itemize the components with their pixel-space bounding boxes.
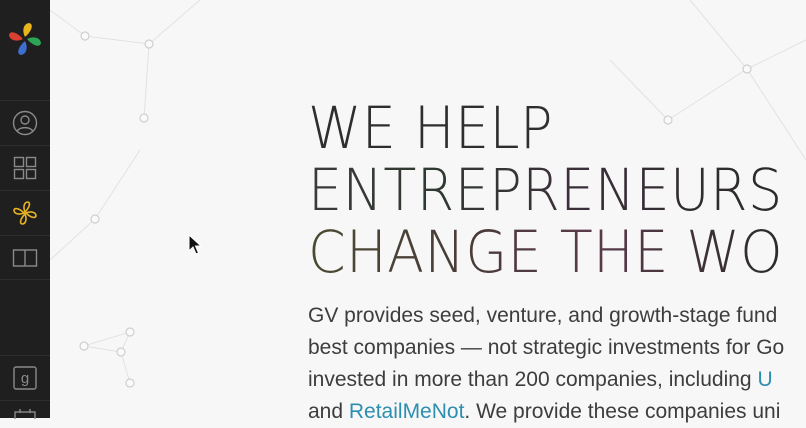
intro-line: GV provides seed, venture, and growth-st… [308, 304, 778, 327]
sidebar-item-about[interactable] [0, 190, 50, 235]
sidebar-item-calendar[interactable] [0, 400, 50, 419]
book-icon [12, 248, 38, 267]
intro-line: and RetailMeNot. We provide these compan… [308, 396, 784, 428]
sidebar: g [0, 0, 50, 419]
intro-line: best companies — not strategic investmen… [308, 336, 785, 359]
intro-text: . We provide these companies uni [464, 400, 781, 423]
google-g-icon: g [13, 366, 37, 390]
sidebar-item-profile[interactable] [0, 100, 50, 145]
sidebar-item-google[interactable]: g [0, 355, 50, 400]
retailmenot-link[interactable]: RetailMeNot [349, 400, 465, 423]
headline-line: ENTREPRENEURS [308, 156, 783, 224]
headline-line: CHANGE THE WO [308, 218, 784, 286]
sidebar-item-portfolio[interactable] [0, 145, 50, 190]
intro-line: invested in more than 200 companies, inc… [308, 364, 784, 396]
gv-logo-mark-icon [13, 201, 37, 225]
intro-text: and [308, 400, 349, 423]
mouse-cursor-icon [188, 234, 202, 255]
intro-paragraph: GV provides seed, venture, and growth-st… [308, 300, 784, 428]
company-link[interactable]: U [757, 368, 772, 391]
sidebar-item-library[interactable] [0, 235, 50, 280]
gv-logo[interactable] [0, 0, 50, 78]
hero-section: WE HELP ENTREPRENEURS CHANGE THE WO GV p… [308, 94, 806, 423]
grid-icon [13, 156, 37, 180]
headline-line: WE HELP [308, 94, 554, 162]
gv-logo-icon [9, 23, 41, 55]
svg-text:g: g [21, 370, 29, 387]
user-circle-icon [12, 110, 38, 136]
intro-text: invested in more than 200 companies, inc… [308, 368, 758, 391]
